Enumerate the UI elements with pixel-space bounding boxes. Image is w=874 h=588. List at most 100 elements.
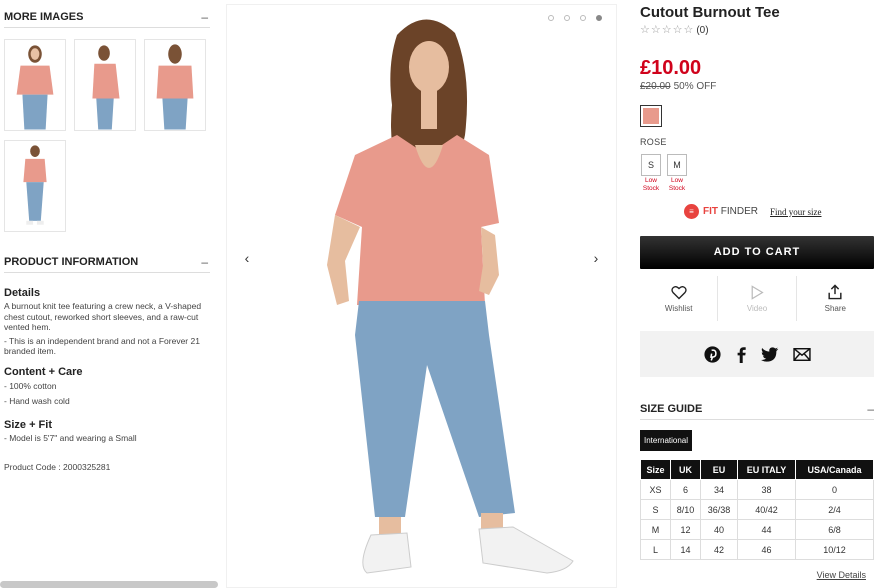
stock-status: Low Stock xyxy=(668,177,686,192)
table-cell: 0 xyxy=(795,479,874,500)
table-cell: 6/8 xyxy=(795,519,874,540)
social-share-bar xyxy=(640,331,874,377)
table-cell: 6 xyxy=(670,479,701,500)
add-to-cart-button[interactable]: ADD TO CART xyxy=(640,236,874,269)
carousel-dot-active[interactable] xyxy=(596,15,602,21)
content-care-section: Content + Care - 100% cotton - Hand wash… xyxy=(4,366,212,406)
table-cell: 12 xyxy=(670,519,701,540)
color-name: ROSE xyxy=(640,137,667,147)
table-cell: 10/12 xyxy=(795,539,874,560)
star-icons: ☆☆☆☆☆ xyxy=(640,24,695,36)
thumbnail-full-body[interactable] xyxy=(4,140,66,232)
carousel-dots xyxy=(548,15,602,21)
thumbnail-front[interactable] xyxy=(4,39,66,131)
size-fit-title: Size + Fit xyxy=(4,419,52,431)
table-cell: S xyxy=(640,499,671,520)
thumbnail-back[interactable] xyxy=(144,39,206,131)
discount-label: 50% OFF xyxy=(673,81,717,92)
horizontal-scrollbar[interactable] xyxy=(0,581,218,588)
size-fit-section: Size + Fit - Model is 5'7" and wearing a… xyxy=(4,419,212,444)
table-cell: XS xyxy=(640,479,671,500)
original-price: £20.00 xyxy=(640,81,671,92)
product-info-header[interactable]: PRODUCT INFORMATION – xyxy=(4,251,210,273)
carousel-dot[interactable] xyxy=(580,15,586,21)
fit-finder-name: FIT FINDER xyxy=(703,206,758,217)
model-front-image xyxy=(5,40,65,130)
content-item: - 100% cotton xyxy=(4,381,57,391)
share-icon xyxy=(828,284,842,300)
model-side-image xyxy=(75,40,135,130)
review-count: (0) xyxy=(696,25,709,36)
rating-stars[interactable]: ☆☆☆☆☆ (0) xyxy=(640,23,709,36)
tab-international[interactable]: International xyxy=(640,430,693,451)
heart-icon xyxy=(670,285,687,299)
size-guide-title: SIZE GUIDE xyxy=(640,402,703,415)
table-cell: 40/42 xyxy=(737,499,796,520)
sale-price: £10.00 xyxy=(640,57,702,79)
table-row: L 14 42 46 10/12 xyxy=(640,539,874,560)
more-images-header[interactable]: MORE IMAGES – xyxy=(4,6,210,28)
product-code: Product Code : 2000325281 xyxy=(4,462,212,473)
column-header: EU ITALY xyxy=(737,459,796,480)
model-photo xyxy=(227,5,616,587)
product-title: Cutout Burnout Tee xyxy=(640,4,780,21)
wishlist-label: Wishlist xyxy=(664,303,693,313)
view-details-link[interactable]: View Details xyxy=(817,570,866,580)
table-cell: 14 xyxy=(670,539,701,560)
table-cell: 36/38 xyxy=(700,499,738,520)
main-product-image: ‹ › xyxy=(226,4,617,588)
stock-status: Low Stock xyxy=(642,177,660,192)
collapse-icon[interactable]: – xyxy=(201,255,210,269)
table-row: S 8/10 36/38 40/42 2/4 xyxy=(640,499,874,520)
column-header: UK xyxy=(670,459,701,480)
table-cell: 46 xyxy=(737,539,796,560)
table-cell: M xyxy=(640,519,671,540)
size-fit-text: - Model is 5'7" and wearing a Small xyxy=(4,433,137,443)
collapse-icon[interactable]: – xyxy=(867,402,874,416)
column-header: Size xyxy=(640,459,671,480)
fit-finder: ≡ FIT FINDER Find your size xyxy=(684,204,822,219)
content-title: Content + Care xyxy=(4,366,83,378)
fit-finder-brand: FIT xyxy=(703,206,718,217)
color-swatch[interactable] xyxy=(640,105,662,127)
details-text: A burnout knit tee featuring a crew neck… xyxy=(4,301,202,332)
email-icon[interactable] xyxy=(792,347,811,361)
column-header: USA/Canada xyxy=(795,459,874,480)
action-bar: Wishlist Video Share xyxy=(640,276,874,321)
carousel-dot[interactable] xyxy=(564,15,570,21)
thumbnail-side[interactable] xyxy=(74,39,136,131)
model-back-image xyxy=(145,40,205,130)
share-button[interactable]: Share xyxy=(797,276,874,321)
left-column: MORE IMAGES – PRODUCT INFORMATION – Deta… xyxy=(0,0,218,588)
swatch-fill xyxy=(643,108,659,124)
carousel-dot[interactable] xyxy=(548,15,554,21)
table-cell: 42 xyxy=(700,539,738,560)
prev-image-arrow-icon[interactable]: ‹ xyxy=(239,249,255,267)
table-cell: 44 xyxy=(737,519,796,540)
table-cell: 2/4 xyxy=(795,499,874,520)
facebook-icon[interactable] xyxy=(735,346,747,363)
table-cell: 34 xyxy=(700,479,738,500)
next-image-arrow-icon[interactable]: › xyxy=(588,249,604,267)
video-label: Video xyxy=(746,303,768,313)
video-button[interactable]: Video xyxy=(718,276,797,321)
table-cell: 40 xyxy=(700,519,738,540)
fit-finder-brand-suffix: FINDER xyxy=(718,206,758,217)
size-option-s[interactable]: S xyxy=(641,154,661,176)
table-row: XS 6 34 38 0 xyxy=(640,479,874,500)
model-full-image xyxy=(5,141,65,231)
size-guide-table: Size UK EU EU ITALY USA/Canada XS 6 34 3… xyxy=(640,459,874,560)
pinterest-icon[interactable] xyxy=(703,345,721,363)
wishlist-button[interactable]: Wishlist xyxy=(640,276,719,321)
twitter-icon[interactable] xyxy=(760,346,779,362)
table-cell: L xyxy=(640,539,671,560)
size-guide-header[interactable]: SIZE GUIDE – xyxy=(640,398,874,420)
fit-finder-logo-icon: ≡ xyxy=(684,204,699,219)
size-option-m[interactable]: M xyxy=(667,154,687,176)
content-item: - Hand wash cold xyxy=(4,395,70,406)
table-cell: 8/10 xyxy=(670,499,701,520)
collapse-icon[interactable]: – xyxy=(201,10,210,24)
play-icon xyxy=(751,284,764,300)
find-your-size-link[interactable]: Find your size xyxy=(770,207,822,217)
table-cell: 38 xyxy=(737,479,796,500)
